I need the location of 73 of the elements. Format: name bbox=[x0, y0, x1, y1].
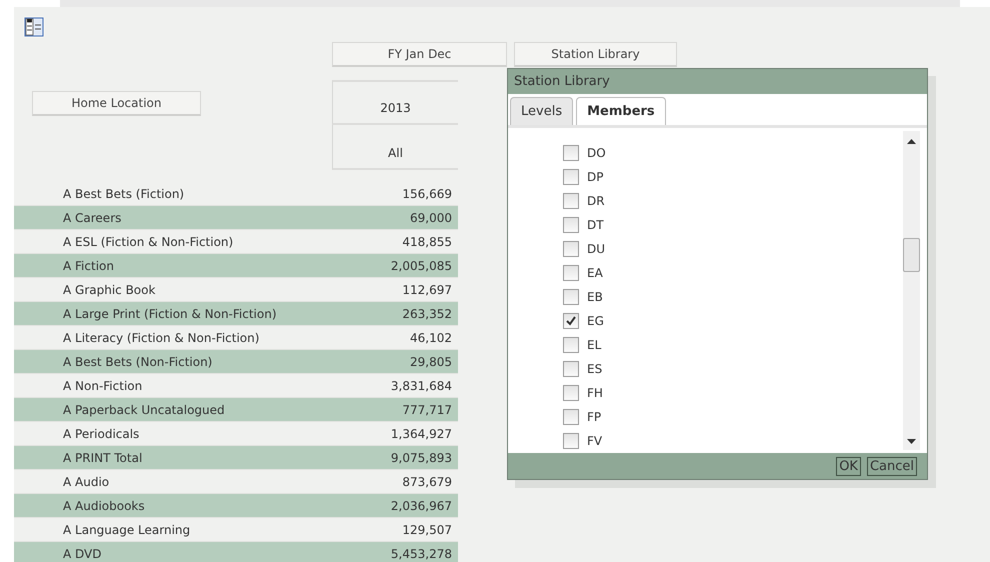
checkbox[interactable] bbox=[563, 409, 579, 425]
checkbox[interactable] bbox=[563, 241, 579, 257]
member-label: DU bbox=[587, 242, 606, 256]
year-header: 2013 bbox=[332, 80, 458, 125]
member-label: DP bbox=[587, 170, 604, 184]
dialog-title: Station Library bbox=[508, 69, 927, 94]
value-cell: 46,102 bbox=[410, 330, 452, 344]
row-label: A Paperback Uncatalogued bbox=[63, 402, 225, 416]
checkbox[interactable] bbox=[563, 217, 579, 233]
scrollbar[interactable] bbox=[903, 131, 920, 450]
row-label: A Graphic Book bbox=[63, 282, 156, 296]
value-cell: 263,352 bbox=[402, 306, 452, 320]
value-cell: 873,679 bbox=[402, 474, 452, 488]
ok-button[interactable]: OK bbox=[836, 456, 861, 476]
row-label: A Large Print (Fiction & Non-Fiction) bbox=[63, 306, 277, 320]
value-cell: 69,000 bbox=[410, 210, 452, 224]
pivot-table-icon[interactable] bbox=[24, 17, 44, 37]
row-label: A Best Bets (Non-Fiction) bbox=[63, 354, 212, 368]
member-header: All bbox=[332, 125, 458, 170]
member-label: DT bbox=[587, 218, 604, 232]
column-field-button[interactable]: FY Jan Dec bbox=[332, 42, 507, 67]
checkbox[interactable] bbox=[563, 265, 579, 281]
member-label: FP bbox=[587, 410, 602, 424]
cancel-button[interactable]: Cancel bbox=[866, 456, 917, 476]
member-label: FV bbox=[587, 434, 602, 448]
row-label: A ESL (Fiction & Non-Fiction) bbox=[63, 234, 234, 248]
member-label: EL bbox=[587, 338, 602, 352]
member-label: DR bbox=[587, 194, 605, 208]
row-label: A Fiction bbox=[63, 258, 114, 272]
value-cell: 1,364,927 bbox=[390, 426, 452, 440]
row-label: A PRINT Total bbox=[63, 450, 142, 464]
checkbox[interactable] bbox=[563, 361, 579, 377]
member-label: EB bbox=[587, 290, 603, 304]
member-label: DO bbox=[587, 146, 606, 160]
member-label: EA bbox=[587, 266, 603, 280]
value-cell: 29,805 bbox=[410, 354, 452, 368]
member-label: FH bbox=[587, 386, 603, 400]
value-cell: 9,075,893 bbox=[390, 450, 452, 464]
value-cell: 5,453,278 bbox=[390, 546, 452, 560]
checkbox[interactable] bbox=[563, 433, 579, 449]
row-label: A Literacy (Fiction & Non-Fiction) bbox=[63, 330, 260, 344]
value-cell: 418,855 bbox=[402, 234, 452, 248]
scroll-up-arrow-icon[interactable] bbox=[907, 139, 916, 144]
column-field-button[interactable]: Station Library bbox=[514, 42, 677, 67]
value-cell: 112,697 bbox=[402, 282, 452, 296]
value-cell: 156,669 bbox=[402, 186, 452, 200]
scroll-down-arrow-icon[interactable] bbox=[907, 439, 916, 444]
checkbox[interactable] bbox=[563, 337, 579, 353]
row-label: A Language Learning bbox=[63, 522, 190, 536]
checkbox[interactable] bbox=[563, 169, 579, 185]
value-cell: 129,507 bbox=[402, 522, 452, 536]
row-label: A DVD bbox=[63, 546, 102, 560]
checkbox[interactable] bbox=[563, 193, 579, 209]
row-label: A Careers bbox=[63, 210, 122, 224]
checkbox[interactable] bbox=[563, 145, 579, 161]
row-label: A Audio bbox=[63, 474, 110, 488]
row-label: A Non-Fiction bbox=[63, 378, 142, 392]
scrollbar-thumb[interactable] bbox=[903, 238, 920, 272]
checkbox[interactable] bbox=[563, 289, 579, 305]
value-cell: 777,717 bbox=[402, 402, 452, 416]
row-label: A Periodicals bbox=[63, 426, 140, 440]
dialog-tab[interactable]: Levels bbox=[510, 97, 574, 125]
checkbox[interactable] bbox=[563, 313, 579, 329]
member-label: ES bbox=[587, 362, 602, 376]
row-label: A Best Bets (Fiction) bbox=[63, 186, 184, 200]
value-cell: 3,831,684 bbox=[390, 378, 452, 392]
checkbox[interactable] bbox=[563, 385, 579, 401]
row-label: A Audiobooks bbox=[63, 498, 145, 512]
member-label: EG bbox=[587, 314, 604, 328]
value-cell: 2,005,085 bbox=[390, 258, 452, 272]
dialog-tab[interactable]: Members bbox=[576, 97, 666, 125]
value-cell: 2,036,967 bbox=[390, 498, 452, 512]
row-field-button[interactable]: Home Location bbox=[32, 91, 201, 116]
